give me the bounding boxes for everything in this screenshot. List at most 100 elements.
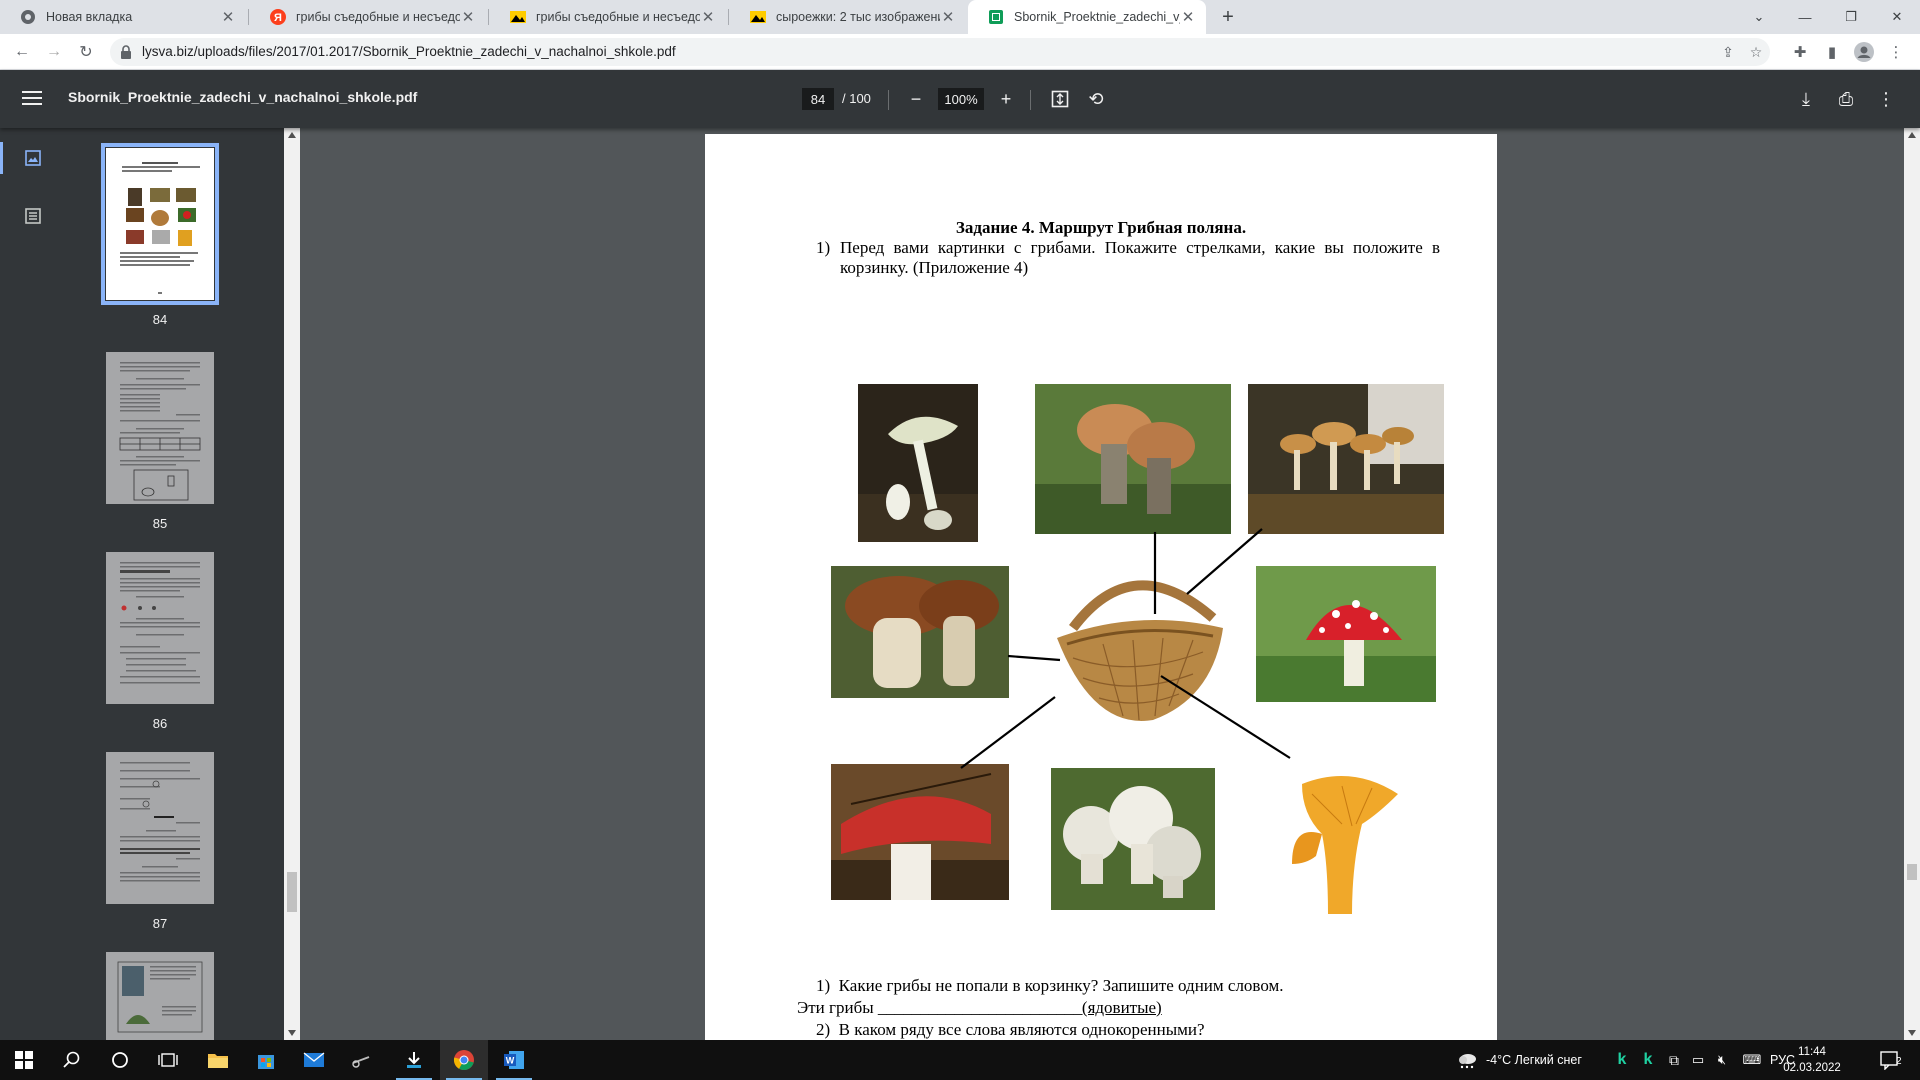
lock-icon[interactable] <box>118 44 134 60</box>
volume-muted-icon[interactable]: 🔇︎ <box>1710 1040 1734 1080</box>
address-bar[interactable]: lysva.biz/uploads/files/2017/01.2017/Sbo… <box>110 38 1770 66</box>
tab-strip: Новая вкладка ✕ Я грибы съедобные и несъ… <box>0 0 1920 34</box>
download-icon[interactable]: ⤓ <box>1794 87 1818 111</box>
weather-text[interactable]: -4°C Легкий снег <box>1486 1053 1582 1067</box>
sidebar-scrollbar[interactable] <box>284 128 300 1040</box>
close-window-button[interactable]: ✕ <box>1874 0 1920 34</box>
hamburger-menu-icon[interactable] <box>20 87 44 111</box>
page-total: / 100 <box>842 91 871 106</box>
close-icon[interactable]: ✕ <box>940 8 956 26</box>
download-manager-icon[interactable] <box>390 1040 438 1080</box>
question-3: 2) В каком ряду все слова являются однок… <box>816 1020 1205 1040</box>
restore-button[interactable]: ❐ <box>1828 0 1874 34</box>
thumbnail-image[interactable] <box>106 552 214 704</box>
pdf-sheet-icon <box>988 9 1004 25</box>
pdf-toolbar: Sbornik_Proektnie_zadechi_v_nachalnoi_sh… <box>0 70 1920 128</box>
system-clock[interactable]: 11:44 02.03.2022 <box>1782 1044 1842 1076</box>
question-2: 1) Какие грибы не попали в корзинку? Зап… <box>816 976 1284 996</box>
answer-prefix: Эти грибы <box>797 998 874 1017</box>
tab-label: Sbornik_Proektnie_zadechi_v_nachalnoi_sh… <box>1014 10 1180 24</box>
snipping-tool-icon[interactable] <box>338 1040 386 1080</box>
menu-kebab-icon[interactable]: ⋮ <box>1882 38 1910 66</box>
side-panel-icon[interactable]: ▮ <box>1818 38 1846 66</box>
rotate-icon[interactable]: ⟲ <box>1084 87 1108 111</box>
page-number-input[interactable]: 84 <box>802 88 834 110</box>
search-icon[interactable] <box>48 1040 96 1080</box>
close-icon[interactable]: ✕ <box>220 8 236 26</box>
windows-start-icon[interactable] <box>0 1040 48 1080</box>
thumbnail-page-number: 84 <box>152 312 168 327</box>
browser-toolbar: ← → ↻ lysva.biz/uploads/files/2017/01.20… <box>0 34 1920 70</box>
thumbnail-view-icon[interactable] <box>0 138 66 178</box>
thumbnail-image[interactable] <box>106 952 214 1040</box>
mail-icon[interactable] <box>290 1040 338 1080</box>
zoom-out-icon[interactable]: − <box>904 87 928 111</box>
fit-page-icon[interactable] <box>1048 87 1072 111</box>
print-icon[interactable]: ⎙ <box>1834 87 1858 111</box>
task-view-icon[interactable] <box>144 1040 192 1080</box>
tab-yandex-search[interactable]: Я грибы съедобные и несъедобные ✕ <box>250 0 486 34</box>
cortana-icon[interactable] <box>96 1040 144 1080</box>
bookmark-star-icon[interactable]: ☆ <box>1746 42 1766 62</box>
file-explorer-icon[interactable] <box>194 1040 242 1080</box>
thumbnail-page-number: 85 <box>152 516 168 531</box>
sidebar-scroll-thumb[interactable] <box>287 872 297 912</box>
chrome-taskbar-icon[interactable] <box>440 1040 488 1080</box>
close-icon[interactable]: ✕ <box>700 8 716 26</box>
new-tab-button[interactable]: + <box>1214 0 1242 34</box>
yandex-images-icon <box>750 9 766 25</box>
word-icon[interactable]: W <box>490 1040 538 1080</box>
thumbnail-image[interactable] <box>106 752 214 904</box>
thumbnail-page-number: 86 <box>152 716 168 731</box>
minimize-button[interactable]: — <box>1782 0 1828 34</box>
tab-yandex-images-2[interactable]: сыроежки: 2 тыс изображений ✕ <box>730 0 966 34</box>
chrome-icon <box>20 9 36 25</box>
pdf-more-icon[interactable]: ⋮ <box>1874 87 1898 111</box>
extensions-icon[interactable]: ✚ <box>1786 38 1814 66</box>
zoom-in-icon[interactable]: + <box>994 87 1018 111</box>
profile-avatar[interactable] <box>1850 38 1878 66</box>
close-icon[interactable]: ✕ <box>460 8 476 26</box>
tab-yandex-images[interactable]: грибы съедобные и несъедобные ✕ <box>490 0 726 34</box>
keyboard-icon[interactable]: ⌨︎ <box>1736 1040 1768 1080</box>
question-text: Какие грибы не попали в корзинку? Запиши… <box>838 976 1284 995</box>
clock-time: 11:44 <box>1798 1046 1826 1058</box>
share-icon[interactable]: ⇪ <box>1718 42 1738 62</box>
tab-label: Новая вкладка <box>46 10 133 24</box>
reload-button[interactable]: ↻ <box>72 38 100 66</box>
pdf-page-84: Задание 4. Маршрут Грибная поляна. 1) Пе… <box>705 134 1497 1040</box>
document-scrollbar[interactable] <box>1904 128 1920 1040</box>
document-scroll-thumb[interactable] <box>1907 864 1917 880</box>
tab-label: сыроежки: 2 тыс изображений <box>776 10 940 24</box>
tab-search-button[interactable]: ⌄ <box>1736 0 1782 34</box>
windows-taskbar: W -4°C Легкий снег k k ⧉ ▭ 🔇︎ ⌨︎ РУС 11:… <box>0 1040 1920 1080</box>
answer-blank: ________________________ <box>877 998 1082 1017</box>
answer-value: (ядовитые) <box>1081 998 1162 1017</box>
thumbnail-image[interactable] <box>106 352 214 504</box>
network-icon[interactable]: ▭ <box>1686 1040 1710 1080</box>
outline-view-icon[interactable] <box>0 196 66 236</box>
kaspersky-icon[interactable]: k <box>1610 1040 1634 1080</box>
back-button[interactable]: ← <box>8 38 36 66</box>
pdf-title: Sbornik_Proektnie_zadechi_v_nachalnoi_sh… <box>68 89 418 105</box>
store-icon[interactable] <box>242 1040 290 1080</box>
yandex-images-icon <box>510 9 526 25</box>
thumbnail-list[interactable]: 84 85 86 87 <box>66 128 284 1040</box>
notifications-icon[interactable]: 2 <box>1870 1040 1910 1080</box>
zoom-input[interactable]: 100% <box>938 88 984 110</box>
tab-pdf-active[interactable]: Sbornik_Proektnie_zadechi_v_nachalnoi_sh… <box>968 0 1206 34</box>
pdf-sidebar: 84 85 86 87 <box>0 128 284 1040</box>
tab-new-tab[interactable]: Новая вкладка ✕ <box>0 0 246 34</box>
question-number: 2) <box>816 1020 831 1039</box>
forward-button[interactable]: → <box>40 38 68 66</box>
pdf-document-area[interactable]: Задание 4. Маршрут Грибная поляна. 1) Пе… <box>300 128 1904 1040</box>
question-text: В каком ряду все слова являются однокоре… <box>838 1020 1205 1039</box>
answer-line: Эти грибы ________________________(ядови… <box>797 998 1162 1018</box>
url-text[interactable]: lysva.biz/uploads/files/2017/01.2017/Sbo… <box>142 44 676 59</box>
close-icon[interactable]: ✕ <box>1180 8 1196 26</box>
weather-snow-icon[interactable] <box>1450 1040 1484 1080</box>
thumbnail-image[interactable] <box>101 143 219 305</box>
arrow-lines <box>960 528 1291 769</box>
hidden-icons-icon[interactable]: ⧉ <box>1662 1040 1686 1080</box>
kaspersky-vpn-icon[interactable]: k <box>1636 1040 1660 1080</box>
